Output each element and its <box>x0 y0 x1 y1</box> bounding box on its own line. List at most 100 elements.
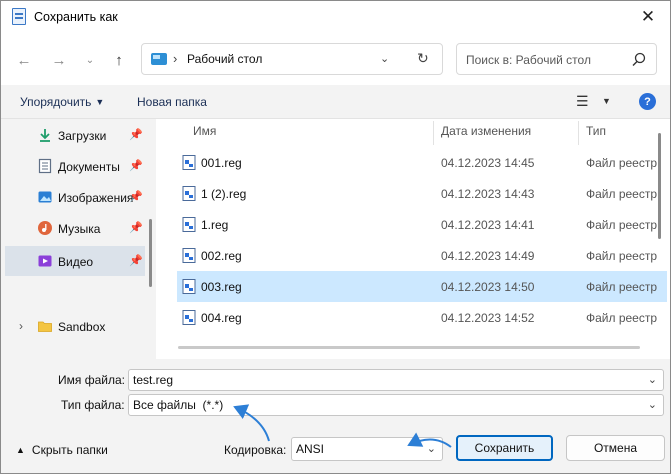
download-icon <box>40 129 50 142</box>
file-name: 003.reg <box>201 280 242 294</box>
chevron-right-icon: › <box>173 51 178 66</box>
file-name: 002.reg <box>201 249 242 263</box>
back-button[interactable]: ← <box>14 50 34 70</box>
new-folder-label: Новая папка <box>137 95 207 109</box>
title-bar: Сохранить как ✕ <box>1 1 670 33</box>
arrow-up-icon: ↑ <box>115 51 123 69</box>
column-divider[interactable] <box>578 121 579 145</box>
hide-folders-button[interactable]: ▲ Скрыть папки <box>16 443 108 457</box>
search-icon <box>632 52 646 66</box>
view-options-icon[interactable]: ☰ <box>576 93 589 110</box>
pictures-icon <box>38 191 52 203</box>
cancel-button[interactable]: Отмена <box>566 435 665 461</box>
file-name: 001.reg <box>201 156 242 170</box>
encoding-label: Кодировка: <box>224 443 287 457</box>
help-icon[interactable]: ? <box>639 93 656 110</box>
caret-down-icon: ▼ <box>95 97 105 107</box>
file-type: Файл реестр <box>586 187 658 201</box>
sidebar-item-documents[interactable]: Документы 📌 <box>5 151 145 181</box>
pin-icon: 📌 <box>129 255 143 267</box>
up-button[interactable]: ↑ <box>109 50 129 70</box>
navigation-bar: ← → ⌄ ↑ › Рабочий стол ⌄ ↻ Поиск в: Рабо… <box>1 33 670 85</box>
file-row[interactable]: 001.reg 04.12.2023 14:45 Файл реестр <box>177 147 667 178</box>
refresh-icon[interactable]: ↻ <box>417 50 429 67</box>
forward-button[interactable]: → <box>49 50 69 70</box>
filetype-value: Все файлы (*.*) <box>133 398 224 412</box>
file-date: 04.12.2023 14:41 <box>441 218 535 232</box>
sidebar-item-downloads[interactable]: Загрузки 📌 <box>5 120 145 150</box>
registry-file-icon <box>182 248 196 263</box>
horizontal-scrollbar[interactable] <box>178 346 640 349</box>
sidebar-item-sandbox[interactable]: › Sandbox <box>5 311 145 341</box>
file-type: Файл реестр <box>586 218 658 232</box>
column-divider[interactable] <box>433 121 434 145</box>
column-header-name[interactable]: Имя <box>193 124 216 138</box>
address-dropdown-icon[interactable]: ⌄ <box>380 52 389 65</box>
notepad-icon <box>12 8 26 25</box>
registry-file-icon <box>182 310 196 325</box>
chevron-down-icon[interactable]: ⌄ <box>648 373 657 386</box>
video-icon <box>38 255 52 267</box>
encoding-select[interactable]: ANSI ⌄ <box>291 437 443 461</box>
close-button[interactable]: ✕ <box>629 5 667 29</box>
file-date: 04.12.2023 14:45 <box>441 156 535 170</box>
registry-file-icon <box>182 279 196 294</box>
organize-button[interactable]: Упорядочить ▼ <box>20 95 104 109</box>
address-bar[interactable]: › Рабочий стол ⌄ ↻ <box>141 43 443 75</box>
filename-value: test.reg <box>133 373 174 387</box>
chevron-down-icon: ⌄ <box>85 54 95 66</box>
vertical-scrollbar[interactable] <box>658 133 661 239</box>
documents-icon <box>38 158 52 174</box>
search-box[interactable]: Поиск в: Рабочий стол <box>456 43 657 75</box>
filetype-select[interactable]: Все файлы (*.*) ⌄ <box>128 394 664 416</box>
sidebar-scrollbar[interactable] <box>149 219 152 287</box>
save-button[interactable]: Сохранить <box>456 435 553 461</box>
column-header-date[interactable]: Дата изменения <box>441 124 531 138</box>
chevron-right-icon[interactable]: › <box>19 319 23 333</box>
sort-ascending-icon: ^ <box>304 119 309 125</box>
encoding-value: ANSI <box>296 442 325 456</box>
address-path: Рабочий стол <box>187 52 263 66</box>
sidebar-item-video[interactable]: Видео 📌 <box>5 246 145 276</box>
pin-icon: 📌 <box>129 222 143 234</box>
file-row[interactable]: 1 (2).reg 04.12.2023 14:43 Файл реестр <box>177 178 667 209</box>
sidebar-item-pictures[interactable]: Изображения 📌 <box>5 182 145 212</box>
file-name: 1.reg <box>201 218 229 232</box>
file-row-selected[interactable]: 003.reg 04.12.2023 14:50 Файл реестр <box>177 271 667 302</box>
filename-input[interactable]: test.reg ⌄ <box>128 369 664 391</box>
navigation-pane: Загрузки 📌 Документы 📌 Изображения 📌 Муз… <box>1 119 156 359</box>
file-row[interactable]: 004.reg 04.12.2023 14:52 Файл реестр <box>177 302 667 333</box>
file-type: Файл реестр <box>586 249 658 263</box>
file-date: 04.12.2023 14:49 <box>441 249 535 263</box>
file-row[interactable]: 1.reg 04.12.2023 14:41 Файл реестр <box>177 209 667 240</box>
window-title: Сохранить как <box>34 10 118 24</box>
registry-file-icon <box>182 155 196 170</box>
folder-icon <box>38 321 52 332</box>
arrow-right-icon: → <box>51 51 67 69</box>
save-as-dialog: Сохранить как ✕ ← → ⌄ ↑ › Рабочий стол ⌄… <box>0 0 671 474</box>
file-row[interactable]: 002.reg 04.12.2023 14:49 Файл реестр <box>177 240 667 271</box>
pin-icon: 📌 <box>129 191 143 203</box>
desktop-icon <box>151 53 167 65</box>
search-placeholder: Поиск в: Рабочий стол <box>466 53 591 67</box>
file-type: Файл реестр <box>586 156 658 170</box>
file-date: 04.12.2023 14:50 <box>441 280 535 294</box>
file-date: 04.12.2023 14:43 <box>441 187 535 201</box>
music-icon <box>38 221 52 235</box>
new-folder-button[interactable]: Новая папка <box>137 95 207 109</box>
save-options: Имя файла: test.reg ⌄ Тип файла: Все фай… <box>1 359 670 473</box>
sidebar-item-music[interactable]: Музыка 📌 <box>5 213 145 243</box>
arrow-left-icon: ← <box>16 51 32 69</box>
close-icon: ✕ <box>640 7 656 26</box>
file-name: 004.reg <box>201 311 242 325</box>
registry-file-icon <box>182 186 196 201</box>
file-type: Файл реестр <box>586 280 658 294</box>
command-bar: Упорядочить ▼ Новая папка ☰ ▼ ? <box>1 85 670 119</box>
content-area: Загрузки 📌 Документы 📌 Изображения 📌 Муз… <box>1 119 670 359</box>
column-header-type[interactable]: Тип <box>586 124 606 138</box>
recent-locations-button[interactable]: ⌄ <box>80 50 100 70</box>
view-dropdown-icon[interactable]: ▼ <box>602 96 611 106</box>
chevron-down-icon[interactable]: ⌄ <box>648 398 657 411</box>
chevron-down-icon[interactable]: ⌄ <box>427 442 436 455</box>
file-name: 1 (2).reg <box>201 187 247 201</box>
